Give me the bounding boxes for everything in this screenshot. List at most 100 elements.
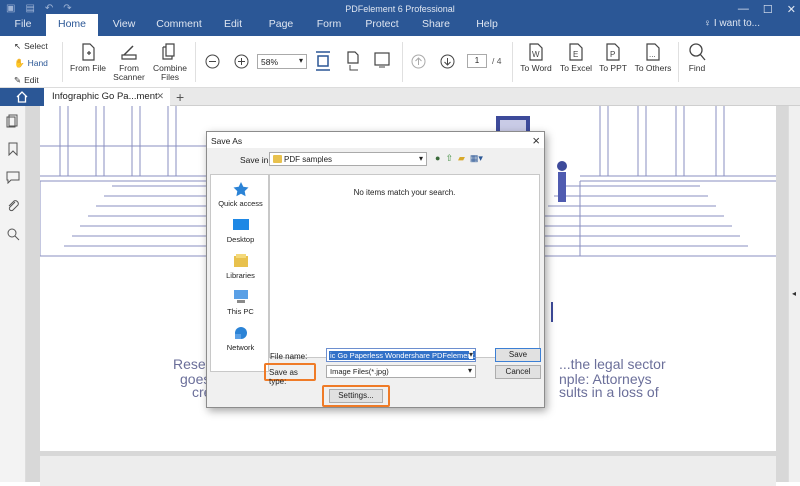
ppt-file-icon: P xyxy=(606,43,620,61)
place-label: Network xyxy=(226,343,255,352)
back-icon[interactable]: ● xyxy=(435,153,440,164)
minimize-icon[interactable]: — xyxy=(738,3,749,16)
app-title: PDFelement 6 Professional xyxy=(345,4,455,14)
select-label: Select xyxy=(24,41,48,51)
page-number-input[interactable]: 1 xyxy=(467,54,487,68)
combine-files-icon xyxy=(162,43,175,60)
save-in-label: Save in: xyxy=(240,155,271,165)
search-hint[interactable]: ♀ I want to... xyxy=(704,18,760,29)
menu-form[interactable]: Form xyxy=(304,14,354,36)
close-icon[interactable]: × xyxy=(532,133,540,148)
from-file-button[interactable]: From File xyxy=(70,42,106,73)
bookmark-icon[interactable] xyxy=(6,142,20,156)
places-bar: Quick access Desktop Libraries This PC N… xyxy=(210,174,269,372)
find-label: Find xyxy=(688,63,706,73)
close-tab-icon[interactable]: ✕ xyxy=(156,91,164,102)
search-icon[interactable] xyxy=(6,227,20,241)
document-tab-label: Infographic Go Pa...ment xyxy=(52,91,158,102)
attachment-icon[interactable] xyxy=(6,199,20,213)
excel-file-icon: E xyxy=(569,43,583,61)
menu-home[interactable]: Home xyxy=(46,14,98,36)
network-icon xyxy=(234,327,247,339)
collapse-panel-icon[interactable]: ◂ xyxy=(792,289,796,298)
comment-icon[interactable] xyxy=(6,170,20,184)
document-tab[interactable]: Infographic Go Pa...ment ✕ xyxy=(44,88,170,106)
select-tool[interactable]: ↖ Select xyxy=(14,38,48,55)
to-excel-button[interactable]: E To Excel xyxy=(558,42,594,73)
home-tab[interactable] xyxy=(0,88,44,106)
edit-label: Edit xyxy=(24,75,39,85)
svg-text:...: ... xyxy=(649,50,656,59)
dialog-body: Save in: PDF samples ▾ ● ⇧ ▰ ▦▾ Quick ac… xyxy=(207,148,544,407)
find-button[interactable]: Find xyxy=(684,42,710,73)
place-network[interactable]: Network xyxy=(211,325,270,352)
view-menu-icon[interactable]: ▦▾ xyxy=(470,153,483,164)
zoom-in-icon[interactable] xyxy=(234,54,249,69)
menu-edit[interactable]: Edit xyxy=(208,14,258,36)
place-label: Quick access xyxy=(218,199,263,208)
zoom-select[interactable]: 58% ▾ xyxy=(257,54,307,69)
menu-file[interactable]: File xyxy=(0,14,46,36)
zoom-out-icon[interactable] xyxy=(205,54,220,69)
hand-icon: ✋ xyxy=(14,58,25,68)
next-page-icon[interactable] xyxy=(440,54,455,69)
previous-page-icon[interactable] xyxy=(411,54,426,69)
save-as-type-label-highlight: Save as type: xyxy=(264,363,316,386)
divider xyxy=(195,42,196,82)
search-icon xyxy=(689,43,706,61)
edit-text-icon: ✎ xyxy=(14,75,22,85)
cancel-button[interactable]: Cancel xyxy=(495,365,541,379)
up-folder-icon[interactable]: ⇧ xyxy=(445,153,453,164)
new-tab-button[interactable]: + xyxy=(176,89,184,105)
place-this-pc[interactable]: This PC xyxy=(211,289,270,316)
combine-label-2: Files xyxy=(161,72,179,82)
to-others-button[interactable]: ... To Others xyxy=(632,42,674,73)
hand-tool[interactable]: ✋ Hand xyxy=(14,55,48,72)
file-name-input[interactable]: ic Go Paperless Wondershare PDFelement.j… xyxy=(326,348,476,362)
place-quick-access[interactable]: Quick access xyxy=(211,181,270,208)
thumbnails-icon[interactable] xyxy=(6,114,20,128)
settings-button[interactable]: Settings... xyxy=(329,389,383,403)
left-sidebar: ▸ xyxy=(0,106,30,482)
save-as-dialog: Save As × Save in: PDF samples ▾ ● ⇧ ▰ ▦… xyxy=(206,131,545,408)
menu-comment[interactable]: Comment xyxy=(150,14,208,36)
from-scanner-button[interactable]: From Scanner xyxy=(112,42,146,82)
to-word-button[interactable]: W To Word xyxy=(518,42,554,73)
page-layout-icon[interactable] xyxy=(345,50,361,72)
word-file-icon: W xyxy=(529,43,543,61)
new-file-icon xyxy=(82,43,95,61)
to-ppt-button[interactable]: P To PPT xyxy=(596,42,630,73)
window-controls: — ☐ ✕ xyxy=(738,3,796,16)
vertical-scrollbar[interactable]: ◂ xyxy=(788,106,800,482)
hand-label: Hand xyxy=(27,58,48,68)
from-scanner-label-2: Scanner xyxy=(113,72,145,82)
menu-share[interactable]: Share xyxy=(410,14,462,36)
chevron-down-icon[interactable]: ▾ xyxy=(468,350,473,359)
to-excel-label: To Excel xyxy=(559,63,593,73)
place-desktop[interactable]: Desktop xyxy=(211,217,270,244)
save-in-select[interactable]: PDF samples ▾ xyxy=(269,152,427,166)
page-text-line-1-right: ...the legal sector xyxy=(559,356,666,372)
menu-protect[interactable]: Protect xyxy=(354,14,410,36)
place-libraries[interactable]: Libraries xyxy=(211,253,270,280)
folder-nav-toolbar: ● ⇧ ▰ ▦▾ xyxy=(435,153,483,164)
menu-bar: File Home View Comment Edit Page Form Pr… xyxy=(0,14,512,36)
save-button[interactable]: Save xyxy=(495,348,541,362)
file-list[interactable]: No items match your search. xyxy=(269,174,540,358)
fit-width-icon[interactable] xyxy=(314,50,332,72)
maximize-icon[interactable]: ☐ xyxy=(763,3,773,16)
search-hint-label: I want to... xyxy=(713,18,760,29)
place-label: Libraries xyxy=(226,271,255,280)
title-bar: ▣ ▤ ↶ ↷ PDFelement 6 Professional File H… xyxy=(0,0,800,36)
combine-files-button[interactable]: Combine Files xyxy=(151,42,189,82)
menu-help[interactable]: Help xyxy=(462,14,512,36)
save-as-type-select[interactable]: Image Files(*.jpg) ▾ xyxy=(326,365,476,378)
chevron-down-icon: ▾ xyxy=(298,56,303,65)
menu-view[interactable]: View xyxy=(98,14,150,36)
screenshot-icon[interactable] xyxy=(373,51,391,69)
new-folder-icon[interactable]: ▰ xyxy=(458,153,465,164)
tool-mode-group: ↖ Select ✋ Hand ✎ Edit xyxy=(14,38,48,89)
menu-page[interactable]: Page xyxy=(258,14,304,36)
close-window-icon[interactable]: ✕ xyxy=(787,3,796,16)
edit-tool[interactable]: ✎ Edit xyxy=(14,72,48,89)
